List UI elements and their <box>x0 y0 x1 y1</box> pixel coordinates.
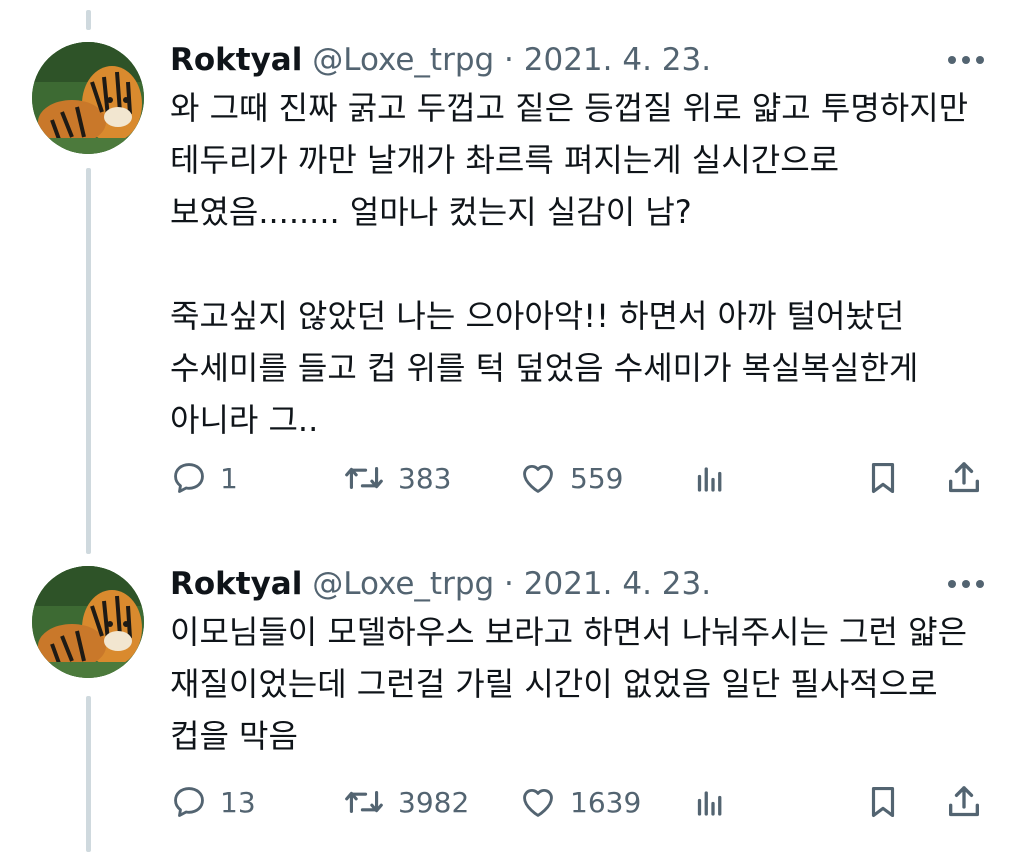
author-name[interactable]: Roktyal <box>170 566 302 602</box>
tweet-paragraph: 이모님들이 모델하우스 보라고 하면서 나눠주시는 그런 얇은 재질이었는데 그… <box>170 613 968 755</box>
like-button[interactable]: 559 <box>518 458 623 498</box>
more-options-button[interactable] <box>944 48 988 72</box>
retweet-arrows-icon <box>345 467 383 489</box>
author-handle[interactable]: @Loxe_trpg <box>312 42 494 78</box>
ellipsis-icon <box>948 56 984 64</box>
more-options-button[interactable] <box>944 572 988 596</box>
bookmark-icon <box>871 786 895 818</box>
retweet-count: 383 <box>398 461 452 495</box>
author-name[interactable]: Roktyal <box>170 42 302 78</box>
separator: · <box>504 42 514 78</box>
tweet-date[interactable]: 2021. 4. 23. <box>524 42 711 78</box>
tweet[interactable]: Roktyal @Loxe_trpg · 2021. 4. 23. 와 그때 진… <box>0 38 1024 518</box>
reply-count: 13 <box>220 785 256 819</box>
reply-button[interactable]: 1 <box>170 458 238 498</box>
like-count: 559 <box>570 461 624 495</box>
views-button[interactable] <box>692 782 728 822</box>
tweet-date[interactable]: 2021. 4. 23. <box>524 566 711 602</box>
share-upload-icon <box>949 786 979 817</box>
share-upload-icon <box>949 462 979 493</box>
like-count: 1639 <box>570 785 642 819</box>
bookmark-button[interactable] <box>864 782 902 822</box>
avatar[interactable] <box>32 566 144 678</box>
retweet-count: 3982 <box>398 785 470 819</box>
views-button[interactable] <box>692 458 728 498</box>
heart-icon <box>523 788 553 817</box>
heart-icon <box>523 464 553 493</box>
like-button[interactable]: 1639 <box>518 782 641 822</box>
speech-bubble-icon <box>174 787 204 817</box>
tweet-header: Roktyal @Loxe_trpg · 2021. 4. 23. <box>170 562 711 606</box>
author-handle[interactable]: @Loxe_trpg <box>312 566 494 602</box>
ellipsis-icon <box>948 580 984 588</box>
bar-chart-icon <box>697 467 722 492</box>
tweet-actions: 13 3982 1639 <box>170 782 990 822</box>
retweet-button[interactable]: 383 <box>342 458 451 498</box>
thread-line-top <box>86 10 91 30</box>
tweet-actions: 1 383 559 <box>170 458 990 498</box>
share-button[interactable] <box>944 782 984 822</box>
tweet-paragraph: 와 그때 진짜 굵고 두껍고 짙은 등껍질 위로 얇고 투명하지만 테두리가 까… <box>170 89 969 231</box>
retweet-button[interactable]: 3982 <box>342 782 469 822</box>
tweet-header: Roktyal @Loxe_trpg · 2021. 4. 23. <box>170 38 711 82</box>
tweet-paragraph: 죽고싶지 않았던 나는 으아아악!! 하면서 아까 털어놨던 수세미를 들고 컵… <box>170 297 919 439</box>
retweet-arrows-icon <box>345 791 383 813</box>
bookmark-icon <box>871 462 895 494</box>
share-button[interactable] <box>944 458 984 498</box>
avatar[interactable] <box>32 42 144 154</box>
speech-bubble-icon <box>174 463 204 493</box>
separator: · <box>504 566 514 602</box>
bar-chart-icon <box>697 791 722 816</box>
tweet-text: 와 그때 진짜 굵고 두껍고 짙은 등껍질 위로 얇고 투명하지만 테두리가 까… <box>170 82 990 446</box>
tweet-text: 이모님들이 모델하우스 보라고 하면서 나눠주시는 그런 얇은 재질이었는데 그… <box>170 606 990 762</box>
bookmark-button[interactable] <box>864 458 902 498</box>
reply-button[interactable]: 13 <box>170 782 256 822</box>
reply-count: 1 <box>220 461 238 495</box>
tweet[interactable]: Roktyal @Loxe_trpg · 2021. 4. 23. 이모님들이 … <box>0 562 1024 852</box>
